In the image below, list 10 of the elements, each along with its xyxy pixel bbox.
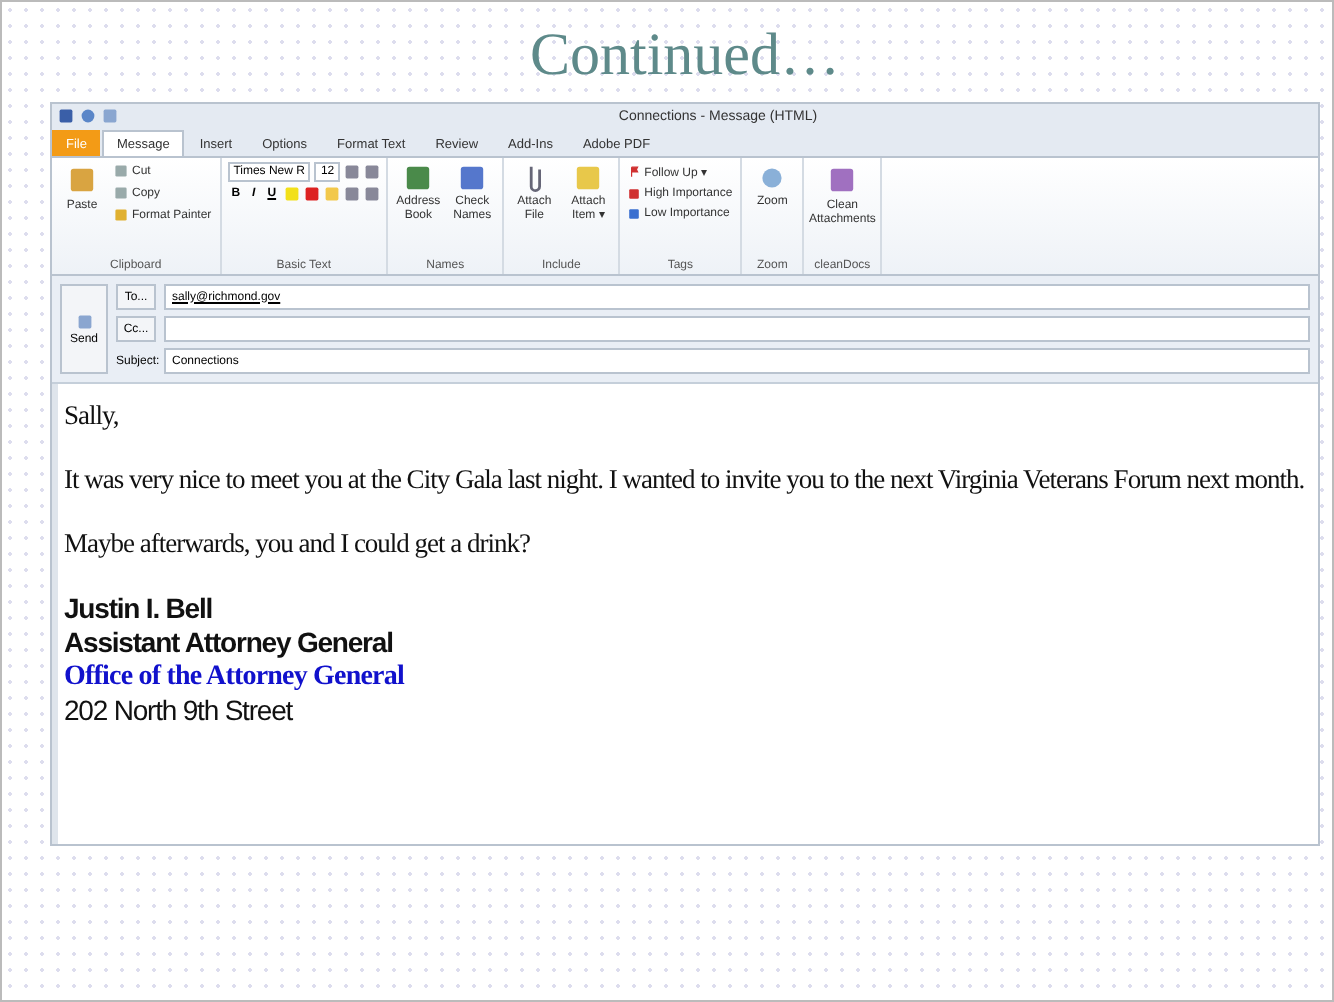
slide-title: Continued… (530, 22, 840, 90)
message-paragraph: It was very nice to meet you at the City Gala last night. I wanted to invite you to the next Virginia Veterans Forum next month. (64, 464, 1307, 496)
signature-link[interactable]: Office of the Attorney General (64, 660, 1312, 694)
signature-line: 202 North 9th Street (64, 694, 295, 728)
signature-line: Assistant Attorney General (64, 626, 395, 660)
input-field[interactable] (164, 316, 1310, 342)
signature-line: Justin I. Bell (64, 592, 215, 626)
flag-icon (628, 166, 641, 178)
message-paragraph: Maybe afterwards, you and I could get a drink? (64, 528, 533, 560)
message-paragraph: Sally, (64, 400, 121, 432)
